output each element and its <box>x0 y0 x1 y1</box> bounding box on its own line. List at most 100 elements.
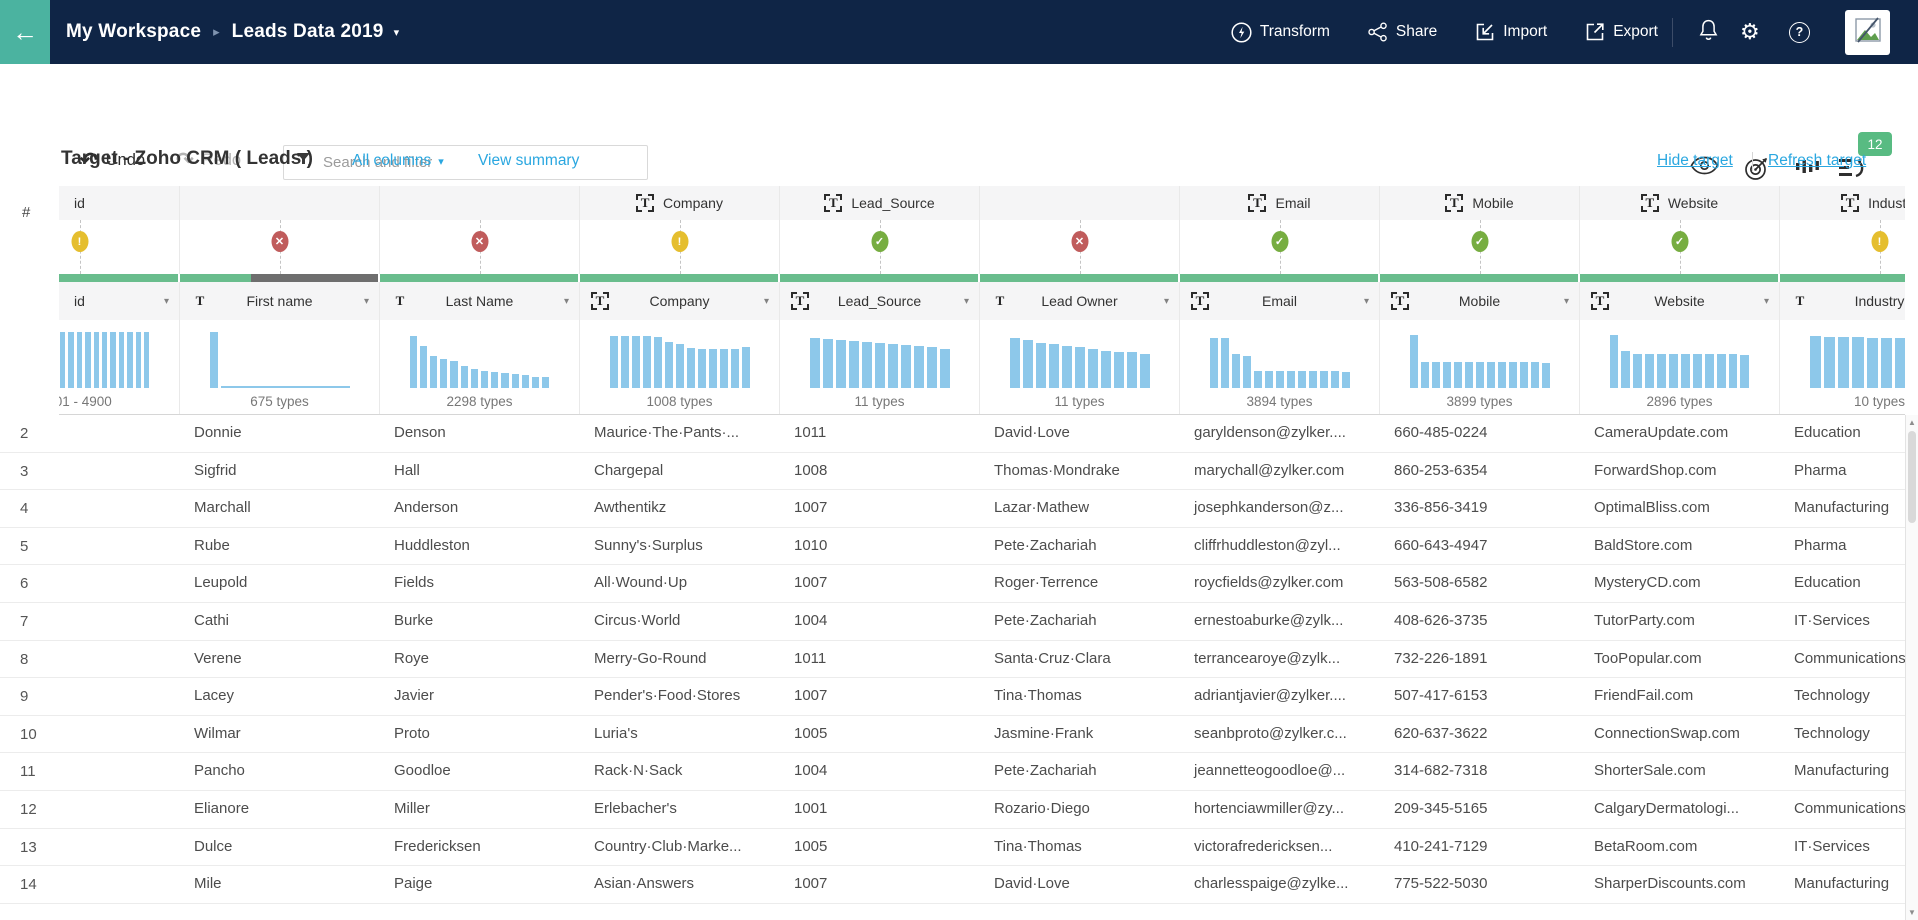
column-histogram[interactable]: 101 - 4900 <box>59 320 180 415</box>
table-cell[interactable]: Goodloe <box>380 753 580 790</box>
dataset-caret-icon[interactable]: ▾ <box>394 26 400 39</box>
target-column-header[interactable]: TMobile <box>1380 186 1580 220</box>
target-column-header[interactable]: TIndustry <box>1780 186 1905 220</box>
table-cell[interactable]: 660-643-4947 <box>1380 528 1580 565</box>
table-row[interactable]: PanchoGoodloeRack·N·Sack1004Pete·Zachari… <box>59 753 1905 791</box>
source-column-header[interactable]: TWebsite▾ <box>1580 282 1780 320</box>
table-cell[interactable]: Proto <box>380 716 580 753</box>
table-cell[interactable]: Erlebacher's <box>580 791 780 828</box>
table-cell[interactable] <box>59 753 180 790</box>
column-menu-caret-icon[interactable]: ▾ <box>1564 296 1569 307</box>
target-column-header[interactable] <box>980 186 1180 220</box>
mapping-status-warning-icon[interactable]: ! <box>71 231 88 252</box>
table-cell[interactable]: Rube <box>180 528 380 565</box>
table-cell[interactable]: David·Love <box>980 866 1180 903</box>
table-cell[interactable]: Merry-Go-Round <box>580 641 780 678</box>
table-cell[interactable]: 314-682-7318 <box>1380 753 1580 790</box>
table-cell[interactable]: terrancearoye@zylk... <box>1180 641 1380 678</box>
table-cell[interactable]: Manufacturing <box>1780 866 1905 903</box>
table-cell[interactable] <box>59 453 180 490</box>
table-cell[interactable]: roycfields@zylker.com <box>1180 565 1380 602</box>
back-button[interactable]: ← <box>0 0 50 64</box>
table-cell[interactable]: 1007 <box>780 866 980 903</box>
share-button[interactable]: Share <box>1368 22 1437 42</box>
table-cell[interactable]: Cathi <box>180 603 380 640</box>
table-cell[interactable]: adriantjavier@zylker.... <box>1180 678 1380 715</box>
table-cell[interactable]: 1008 <box>780 453 980 490</box>
mapping-status-ok-icon[interactable]: ✓ <box>871 231 888 252</box>
table-cell[interactable]: Chargepal <box>580 453 780 490</box>
table-cell[interactable]: Pete·Zachariah <box>980 603 1180 640</box>
target-column-header[interactable]: TCompany <box>580 186 780 220</box>
all-columns-dropdown[interactable]: All columns ▾ <box>352 152 444 170</box>
table-cell[interactable]: hortenciawmiller@zy... <box>1180 791 1380 828</box>
source-column-header[interactable]: TLead_Source▾ <box>780 282 980 320</box>
table-cell[interactable]: Hall <box>380 453 580 490</box>
view-summary-link[interactable]: View summary <box>478 152 579 170</box>
table-cell[interactable]: 408-626-3735 <box>1380 603 1580 640</box>
table-cell[interactable]: 1011 <box>780 641 980 678</box>
table-cell[interactable]: Technology <box>1780 716 1905 753</box>
table-cell[interactable]: 1010 <box>780 528 980 565</box>
table-cell[interactable]: victorafredericksen... <box>1180 829 1380 866</box>
mapping-status-error-icon[interactable]: ✕ <box>471 231 488 252</box>
table-cell[interactable]: Miller <box>380 791 580 828</box>
column-histogram[interactable]: 3894 types <box>1180 320 1380 415</box>
source-column-header[interactable]: TLead Owner▾ <box>980 282 1180 320</box>
table-cell[interactable]: SharperDiscounts.com <box>1580 866 1780 903</box>
table-cell[interactable]: ConnectionSwap.com <box>1580 716 1780 753</box>
table-cell[interactable] <box>59 528 180 565</box>
column-menu-caret-icon[interactable]: ▾ <box>364 296 369 307</box>
table-cell[interactable]: IT·Services <box>1780 829 1905 866</box>
table-cell[interactable]: OptimalBliss.com <box>1580 490 1780 527</box>
table-row[interactable]: WilmarProtoLuria's1005Jasmine·Frankseanb… <box>59 716 1905 754</box>
table-cell[interactable] <box>59 415 180 452</box>
table-cell[interactable]: 1007 <box>780 490 980 527</box>
table-cell[interactable]: FriendFail.com <box>1580 678 1780 715</box>
table-cell[interactable]: jeannetteogoodloe@... <box>1180 753 1380 790</box>
table-cell[interactable] <box>59 829 180 866</box>
table-cell[interactable]: Sunny's·Surplus <box>580 528 780 565</box>
transform-button[interactable]: Transform <box>1231 22 1330 43</box>
table-cell[interactable] <box>59 866 180 903</box>
table-cell[interactable]: ShorterSale.com <box>1580 753 1780 790</box>
table-cell[interactable]: Rack·N·Sack <box>580 753 780 790</box>
column-histogram[interactable]: 3899 types <box>1380 320 1580 415</box>
mapping-status-error-icon[interactable]: ✕ <box>271 231 288 252</box>
table-cell[interactable] <box>59 490 180 527</box>
source-column-header[interactable]: TCompany▾ <box>580 282 780 320</box>
table-cell[interactable]: Anderson <box>380 490 580 527</box>
table-cell[interactable]: 563-508-6582 <box>1380 565 1580 602</box>
mapping-status-ok-icon[interactable]: ✓ <box>1671 231 1688 252</box>
column-histogram[interactable]: 2896 types <box>1580 320 1780 415</box>
table-cell[interactable]: Manufacturing <box>1780 490 1905 527</box>
table-row[interactable]: MarchallAndersonAwthentikz1007Lazar·Math… <box>59 490 1905 528</box>
table-cell[interactable]: Pancho <box>180 753 380 790</box>
table-cell[interactable] <box>59 716 180 753</box>
table-cell[interactable]: Maurice·The·Pants·... <box>580 415 780 452</box>
table-cell[interactable]: Technology <box>1780 678 1905 715</box>
settings-button[interactable]: ⚙ <box>1740 0 1760 64</box>
column-menu-caret-icon[interactable]: ▾ <box>164 296 169 307</box>
table-cell[interactable]: Marchall <box>180 490 380 527</box>
table-cell[interactable]: Burke <box>380 603 580 640</box>
table-cell[interactable] <box>59 565 180 602</box>
table-row[interactable]: SigfridHallChargepal1008Thomas·Mondrakem… <box>59 453 1905 491</box>
column-menu-caret-icon[interactable]: ▾ <box>964 296 969 307</box>
table-cell[interactable]: Roger·Terrence <box>980 565 1180 602</box>
table-cell[interactable]: cliffrhuddleston@zyl... <box>1180 528 1380 565</box>
table-cell[interactable]: Paige <box>380 866 580 903</box>
table-cell[interactable]: garyldenson@zylker.... <box>1180 415 1380 452</box>
table-cell[interactable]: 1001 <box>780 791 980 828</box>
table-cell[interactable]: Fields <box>380 565 580 602</box>
column-histogram[interactable]: 11 types <box>780 320 980 415</box>
table-cell[interactable]: Pete·Zachariah <box>980 753 1180 790</box>
table-row[interactable]: LeupoldFieldsAll·Wound·Up1007Roger·Terre… <box>59 565 1905 603</box>
column-menu-caret-icon[interactable]: ▾ <box>1764 296 1769 307</box>
table-cell[interactable]: IT·Services <box>1780 603 1905 640</box>
table-cell[interactable]: Tina·Thomas <box>980 829 1180 866</box>
table-cell[interactable]: Education <box>1780 565 1905 602</box>
table-cell[interactable]: Sigfrid <box>180 453 380 490</box>
table-cell[interactable]: marychall@zylker.com <box>1180 453 1380 490</box>
target-column-header[interactable]: TLead_Source <box>780 186 980 220</box>
